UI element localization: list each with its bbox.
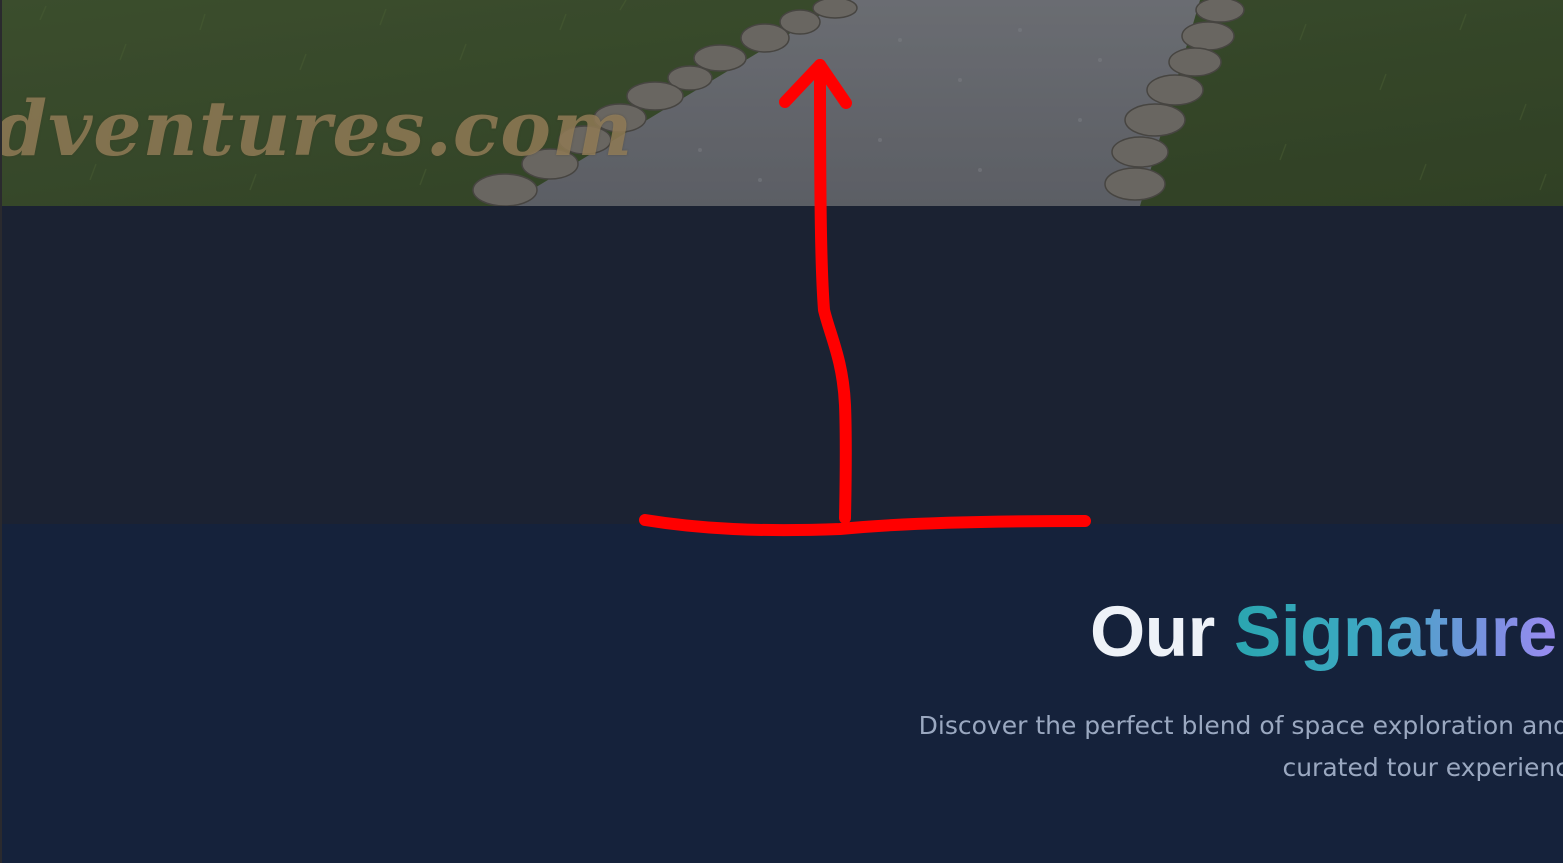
- signature-tours-section: [0, 524, 1563, 863]
- section-subtitle-line2: curated tour experienc: [1282, 753, 1563, 782]
- watermark-text: dventures.com: [0, 84, 634, 173]
- section-subtitle-line1: Discover the perfect blend of space expl…: [918, 711, 1563, 740]
- window-left-edge: [0, 0, 2, 863]
- section-heading: Our Signature: [1090, 590, 1557, 676]
- hero-image: dventures.com: [0, 0, 1563, 206]
- page: dventures.com Our Signature Discover the…: [0, 0, 1563, 863]
- heading-word-our: Our: [1090, 593, 1215, 672]
- dark-band-section: [0, 206, 1563, 524]
- heading-word-signature: Signature: [1233, 593, 1557, 672]
